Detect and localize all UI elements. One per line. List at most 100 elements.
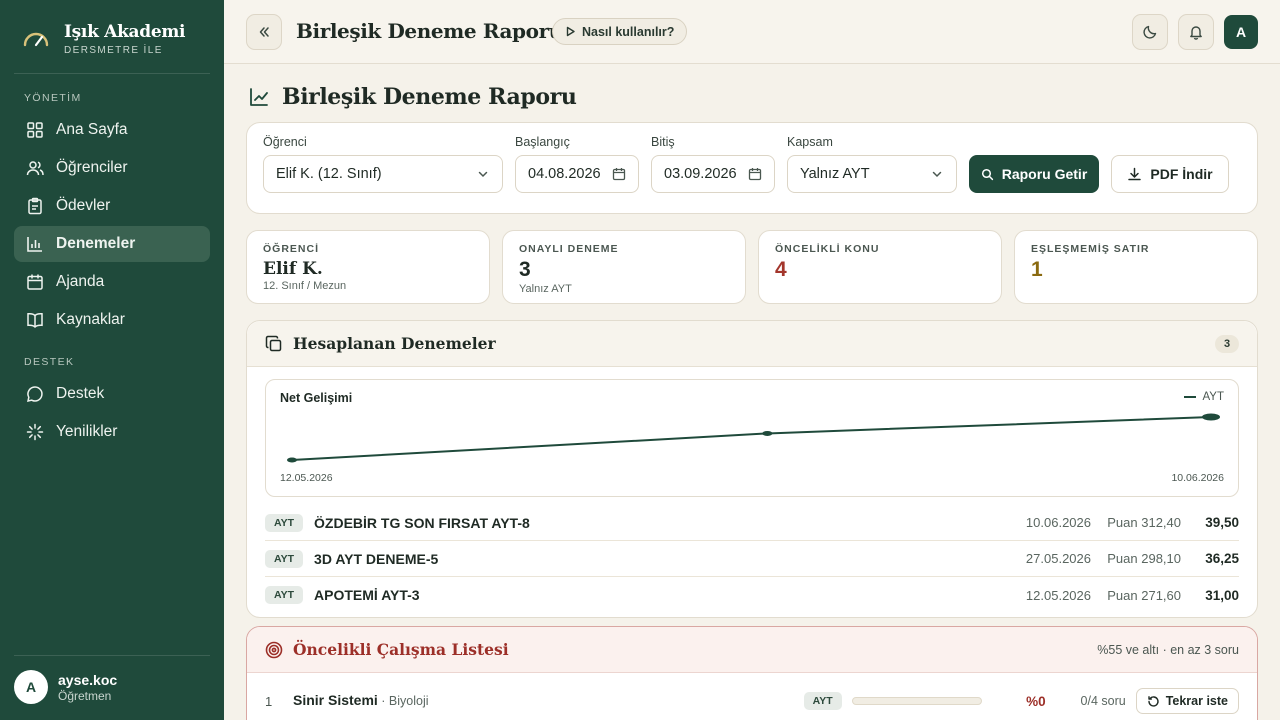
sidebar-divider <box>14 73 210 74</box>
chevrons-left-icon <box>259 27 269 37</box>
stat-label: ÖNCELİKLİ KONU <box>775 243 880 255</box>
success-rate-bar <box>851 697 982 705</box>
stat-card-priority-topics: ÖNCELİKLİ KONU 4 <box>758 230 1002 304</box>
priority-index: 1 <box>265 693 273 709</box>
sidebar-item-label: Destek <box>56 385 105 402</box>
priority-title: Öncelikli Çalışma Listesi <box>293 640 509 659</box>
account-avatar-button[interactable]: A <box>1224 15 1258 49</box>
x-tick-label: 10.06.2026 <box>1171 472 1224 484</box>
trend-chart-icon <box>250 88 268 106</box>
end-date-input[interactable]: 03.09.2026 <box>651 155 775 193</box>
topbar-title: Birleşik Deneme Raporu <box>296 19 563 43</box>
calculated-exams-header: Hesaplanan Denemeler 3 <box>247 321 1257 367</box>
sidebar-item-whats-new[interactable]: Yenilikler <box>14 414 210 450</box>
play-icon <box>566 26 575 37</box>
user-name: ayse.koc <box>58 671 118 688</box>
copy-icon <box>265 335 282 351</box>
exam-type-tag: AYT <box>265 586 304 604</box>
priority-exam-tag: AYT <box>803 692 842 710</box>
download-pdf-label: PDF İndir <box>1150 166 1213 182</box>
priority-topic-cell: Sinir Sistemi · Biyoloji <box>293 692 804 710</box>
sidebar: Işık Akademi DERSMETRE İLE YÖNETİM Ana S… <box>0 0 224 720</box>
chart-legend: AYT <box>1184 391 1224 403</box>
stat-card-unmatched-rows: EŞLEŞMEMİŞ SATIR 1 <box>1014 230 1258 304</box>
exam-name: APOTEMİ AYT-3 <box>314 587 420 603</box>
stat-card-approved-exams: ONAYLI DENEME 3 Yalnız AYT <box>502 230 746 304</box>
help-button[interactable]: Nasıl kullanılır? <box>552 18 688 45</box>
scope-select[interactable]: Yalnız AYT <box>787 155 957 193</box>
request-retry-label: Tekrar iste <box>1165 694 1228 708</box>
exam-score: Puan 298,10 <box>1107 551 1181 566</box>
gauge-logo-icon <box>23 32 49 47</box>
chart-plot <box>287 413 1220 463</box>
exam-type-tag: AYT <box>265 513 304 532</box>
download-pdf-button[interactable]: PDF İndir <box>1111 155 1229 193</box>
exam-row[interactable]: AYT 3D AYT DENEME-5 27.05.2026 Puan 298,… <box>265 541 1239 577</box>
start-date-input[interactable]: 04.08.2026 <box>515 155 639 193</box>
message-circle-icon <box>27 386 43 402</box>
sidebar-section-support: DESTEK <box>24 356 75 368</box>
stat-card-student: ÖĞRENCİ Elif K. 12. Sınıf / Mezun <box>246 230 490 304</box>
help-button-label: Nasıl kullanılır? <box>582 24 675 39</box>
theme-toggle-button[interactable] <box>1132 14 1168 50</box>
sidebar-item-home[interactable]: Ana Sayfa <box>14 112 210 148</box>
net-progress-chart: Net Gelişimi AYT 12.05.2026 10.06.2026 <box>265 379 1239 497</box>
collapse-sidebar-button[interactable] <box>246 14 282 50</box>
exam-row[interactable]: AYT APOTEMİ AYT-3 12.05.2026 Puan 271,60… <box>265 577 1239 613</box>
sidebar-item-label: Kaynaklar <box>56 311 125 328</box>
target-icon <box>265 641 283 658</box>
calendar-icon <box>612 168 626 181</box>
stat-label: ONAYLI DENEME <box>519 243 619 255</box>
download-icon <box>1128 167 1142 180</box>
priority-subject: · Biyoloji <box>377 694 429 708</box>
request-retry-button[interactable]: Tekrar iste <box>1135 688 1239 714</box>
sidebar-item-homework[interactable]: Ödevler <box>14 188 210 224</box>
fetch-report-button[interactable]: Raporu Getir <box>969 155 1099 193</box>
sidebar-item-resources[interactable]: Kaynaklar <box>14 302 210 338</box>
exam-name: 3D AYT DENEME-5 <box>314 550 439 567</box>
priority-study-panel: Öncelikli Çalışma Listesi %55 ve altı · … <box>246 626 1258 720</box>
data-point[interactable] <box>762 430 773 436</box>
notifications-button[interactable] <box>1178 14 1214 50</box>
sidebar-section-admin: YÖNETİM <box>24 92 82 104</box>
x-tick-label: 12.05.2026 <box>280 472 333 484</box>
sidebar-item-label: Ajanda <box>56 273 105 290</box>
exam-name: ÖZDEBİR TG SON FIRSAT AYT-8 <box>314 514 530 531</box>
start-date-value: 04.08.2026 <box>528 166 601 182</box>
bar-chart-icon <box>27 237 42 252</box>
user-profile[interactable]: A ayse.koc Öğretmen <box>14 670 117 704</box>
legend-label: AYT <box>1202 391 1224 403</box>
topbar: Birleşik Deneme Raporu Nasıl kullanılır?… <box>224 0 1280 64</box>
sidebar-item-agenda[interactable]: Ajanda <box>14 264 210 300</box>
end-date-label: Bitiş <box>651 135 675 149</box>
book-open-icon <box>27 312 43 329</box>
dashboard-icon <box>27 122 43 138</box>
end-date-value: 03.09.2026 <box>664 166 737 182</box>
moon-icon <box>1143 25 1157 39</box>
sidebar-item-students[interactable]: Öğrenciler <box>14 150 210 186</box>
exam-score: Puan 271,60 <box>1107 587 1181 603</box>
start-date-label: Başlangıç <box>515 135 570 149</box>
brand[interactable]: Işık Akademi DERSMETRE İLE <box>22 22 186 56</box>
scope-select-value: Yalnız AYT <box>800 166 870 182</box>
sidebar-divider <box>14 655 210 656</box>
data-point[interactable] <box>287 457 297 463</box>
student-select[interactable]: Elif K. (12. Sınıf) <box>263 155 503 193</box>
sidebar-item-support[interactable]: Destek <box>14 376 210 412</box>
exam-net: 36,25 <box>1205 551 1239 566</box>
priority-row: 1 Sinir Sistemi · Biyoloji AYT %0 0/4 so… <box>265 685 1239 717</box>
sidebar-item-exams[interactable]: Denemeler <box>14 226 210 262</box>
clipboard-icon <box>28 197 42 215</box>
sidebar-item-label: Ödevler <box>56 197 111 214</box>
stat-value: 3 <box>519 258 531 281</box>
exam-date: 27.05.2026 <box>1025 551 1091 566</box>
exam-net: 31,00 <box>1205 587 1239 603</box>
data-point[interactable] <box>1202 413 1220 421</box>
exam-row[interactable]: AYT ÖZDEBİR TG SON FIRSAT AYT-8 10.06.20… <box>265 505 1239 541</box>
stat-label: EŞLEŞMEMİŞ SATIR <box>1031 243 1150 255</box>
stat-sub: 12. Sınıf / Mezun <box>263 280 347 292</box>
calculated-exams-panel: Hesaplanan Denemeler 3 Net Gelişimi AYT … <box>246 320 1258 618</box>
question-count: 0/4 soru <box>1080 694 1126 708</box>
users-icon <box>26 161 44 176</box>
chart-title: Net Gelişimi <box>280 391 353 405</box>
